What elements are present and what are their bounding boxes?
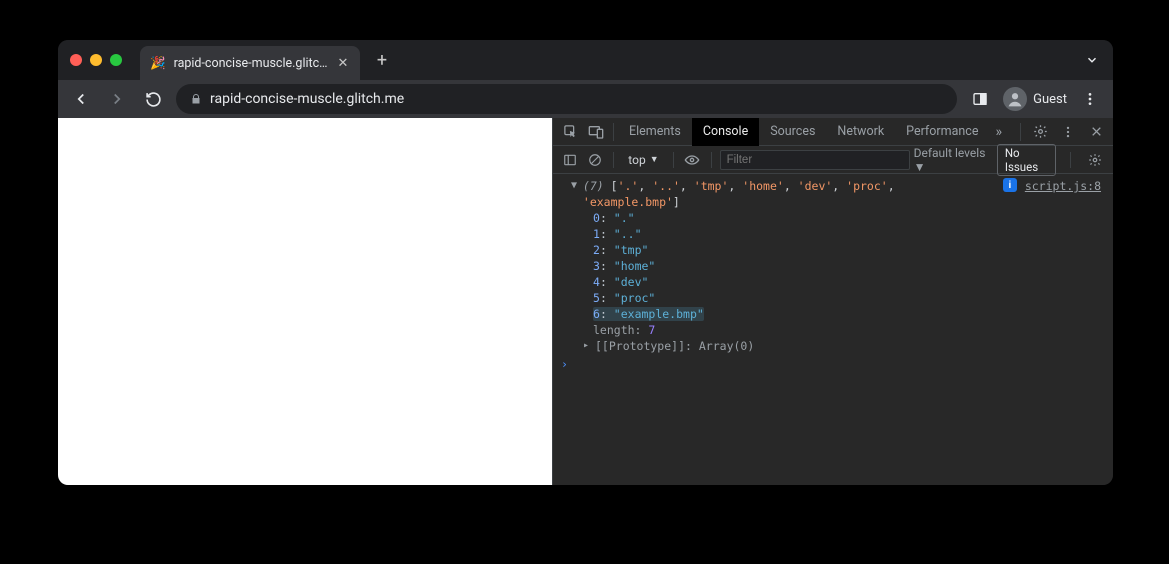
back-button[interactable] (68, 86, 94, 112)
content-area: Elements Console Sources Network Perform… (58, 118, 1113, 485)
console-settings-icon[interactable] (1085, 148, 1105, 172)
maximize-window[interactable] (110, 54, 122, 66)
issues-button[interactable]: No Issues (997, 144, 1056, 176)
console-prompt[interactable]: › (553, 354, 1113, 372)
disclosure-triangle-icon[interactable]: ▼ (569, 178, 579, 194)
inspect-icon[interactable] (557, 119, 583, 145)
console-toolbar: top ▼ Default levels ▼ No Issues (553, 146, 1113, 174)
tabs-menu-icon[interactable] (1085, 53, 1103, 67)
devtools-menu-icon[interactable] (1055, 119, 1081, 145)
window-controls (70, 54, 122, 66)
device-toggle-icon[interactable] (583, 119, 609, 145)
clear-console-icon[interactable] (584, 148, 605, 172)
menu-button[interactable] (1077, 86, 1103, 112)
tab-sources[interactable]: Sources (759, 118, 826, 146)
filter-input[interactable] (720, 150, 910, 170)
log-levels[interactable]: Default levels ▼ (914, 146, 987, 174)
browser-window: 🎉 rapid-concise-muscle.glitch.me ✕ + rap… (58, 40, 1113, 485)
devtools-panel: Elements Console Sources Network Perform… (552, 118, 1113, 485)
minimize-window[interactable] (90, 54, 102, 66)
live-expression-icon[interactable] (682, 148, 703, 172)
reload-button[interactable] (140, 86, 166, 112)
browser-tab[interactable]: 🎉 rapid-concise-muscle.glitch.me ✕ (140, 46, 360, 80)
sidebar-toggle-icon[interactable] (559, 148, 580, 172)
log-summary[interactable]: (7) ['.', '..', 'tmp', 'home', 'dev', 'p… (583, 178, 995, 210)
url-text: rapid-concise-muscle.glitch.me (210, 91, 404, 107)
settings-icon[interactable] (1027, 119, 1053, 145)
profile-chip[interactable]: Guest (1003, 87, 1067, 111)
panel-toggle-icon[interactable] (967, 86, 993, 112)
devtools-close-icon[interactable] (1083, 119, 1109, 145)
close-window[interactable] (70, 54, 82, 66)
url-bar[interactable]: rapid-concise-muscle.glitch.me (176, 84, 957, 114)
tab-performance[interactable]: Performance (895, 118, 989, 146)
console-output[interactable]: ▼ (7) ['.', '..', 'tmp', 'home', 'dev', … (553, 174, 1113, 485)
tab-elements[interactable]: Elements (618, 118, 692, 146)
expanded-array: 0: "."1: ".."2: "tmp"3: "home"4: "dev"5:… (553, 210, 1113, 322)
tab-console[interactable]: Console (692, 118, 759, 146)
array-item[interactable]: 6: "example.bmp" (593, 306, 1113, 322)
tab-strip: 🎉 rapid-concise-muscle.glitch.me ✕ + (58, 40, 1113, 80)
page-viewport[interactable] (58, 118, 552, 485)
tab-network[interactable]: Network (826, 118, 895, 146)
context-selector[interactable]: top ▼ (622, 153, 664, 167)
devtools-tabs: Elements Console Sources Network Perform… (553, 118, 1113, 146)
favicon-icon: 🎉 (150, 56, 166, 71)
array-item[interactable]: 5: "proc" (593, 290, 1113, 306)
source-link[interactable]: script.js:8 (1025, 178, 1107, 194)
tabs-overflow-icon[interactable]: » (989, 124, 1008, 140)
info-badge-icon[interactable]: i (1003, 178, 1017, 192)
profile-label: Guest (1033, 92, 1067, 107)
url-toolbar: rapid-concise-muscle.glitch.me Guest (58, 80, 1113, 118)
array-item[interactable]: 3: "home" (593, 258, 1113, 274)
forward-button[interactable] (104, 86, 130, 112)
avatar-icon (1003, 87, 1027, 111)
array-item[interactable]: 2: "tmp" (593, 242, 1113, 258)
new-tab-button[interactable]: + (368, 46, 396, 74)
array-item[interactable]: 0: "." (593, 210, 1113, 226)
disclosure-triangle-icon[interactable]: ▸ (581, 338, 591, 354)
array-item[interactable]: 4: "dev" (593, 274, 1113, 290)
close-tab-icon[interactable]: ✕ (336, 56, 350, 70)
tab-title: rapid-concise-muscle.glitch.me (174, 56, 328, 71)
lock-icon (190, 93, 202, 105)
array-item[interactable]: 1: ".." (593, 226, 1113, 242)
